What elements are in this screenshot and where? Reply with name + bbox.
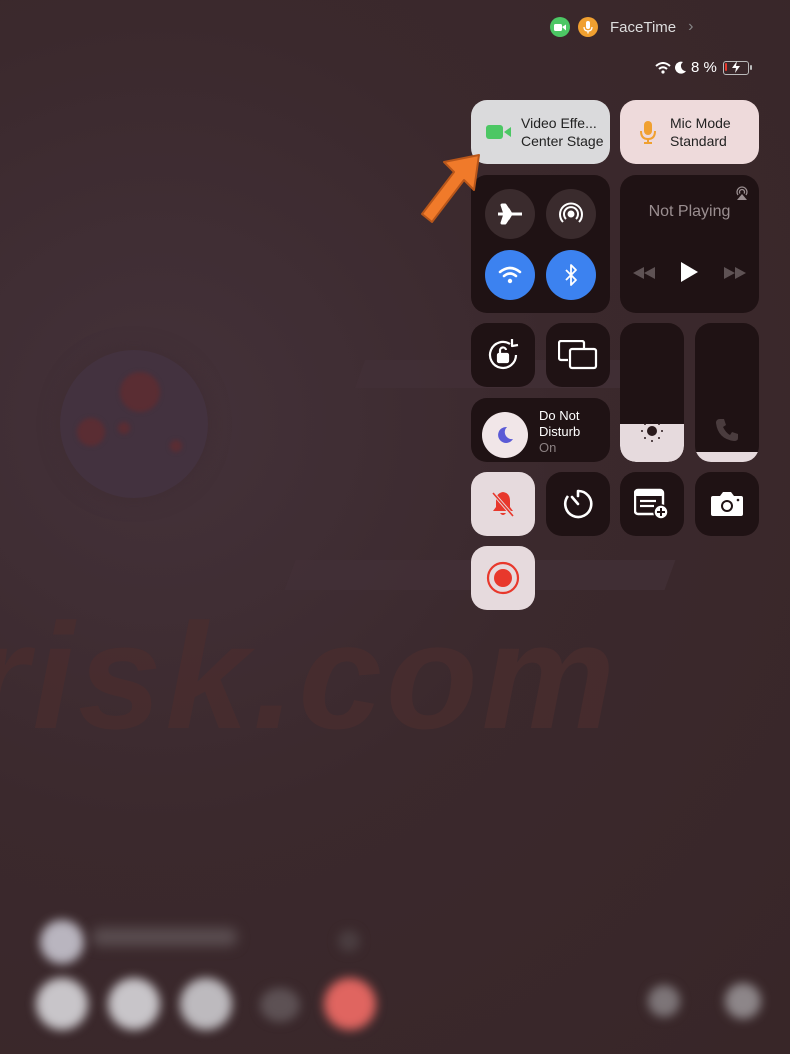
rotation-lock-icon <box>488 339 519 370</box>
moon-icon <box>675 61 686 74</box>
background-blob <box>77 418 105 446</box>
camera-button[interactable] <box>695 472 759 536</box>
airdrop-toggle[interactable] <box>546 189 596 239</box>
airplane-icon <box>498 203 522 225</box>
brightness-slider[interactable] <box>620 323 684 462</box>
blurred-button <box>108 978 160 1030</box>
blurred-button <box>180 978 232 1030</box>
battery-percentage: 8 % <box>691 59 717 76</box>
camera-icon <box>711 492 743 516</box>
orientation-lock-button[interactable] <box>471 323 535 387</box>
watermark-text: risk.com <box>0 592 619 760</box>
background-blob <box>118 422 130 434</box>
facetime-status-indicator[interactable]: FaceTime › <box>550 17 693 37</box>
bell-slash-icon <box>491 491 515 518</box>
microphone-icon <box>583 20 593 33</box>
now-playing-module[interactable]: Not Playing <box>620 175 759 313</box>
timer-icon <box>563 489 593 519</box>
status-bar-right: 8 % <box>655 59 752 76</box>
brightness-sun-icon <box>641 420 663 442</box>
silent-mode-button[interactable] <box>471 472 535 536</box>
dnd-toggle[interactable] <box>482 412 528 458</box>
wifi-toggle[interactable] <box>485 250 535 300</box>
dnd-label-line1: Do Not <box>539 408 580 423</box>
video-camera-icon <box>554 23 566 31</box>
video-camera-icon <box>477 124 521 140</box>
volume-slider[interactable] <box>695 323 759 462</box>
airdrop-icon <box>559 202 583 223</box>
background-blob <box>120 372 160 412</box>
video-effects-title: Video Effe... <box>521 115 597 131</box>
microphone-icon <box>626 120 670 144</box>
connectivity-module <box>471 175 610 313</box>
blurred-control <box>338 930 360 952</box>
facetime-label: FaceTime <box>610 18 677 36</box>
chevron-right-icon: › <box>688 18 694 35</box>
blurred-button <box>725 983 761 1019</box>
wifi-icon <box>498 266 522 284</box>
fast-forward-icon[interactable] <box>724 266 747 284</box>
quick-note-button[interactable] <box>620 472 684 536</box>
mic-mode-title: Mic Mode <box>670 115 731 131</box>
blurred-button <box>260 988 300 1022</box>
rewind-icon[interactable] <box>632 266 655 284</box>
screen-recording-button[interactable] <box>471 546 535 610</box>
mic-mode-subtitle: Standard <box>670 133 727 149</box>
bluetooth-icon <box>565 264 577 286</box>
mic-indicator <box>578 17 598 37</box>
quick-note-icon <box>634 488 669 520</box>
now-playing-title: Not Playing <box>648 203 731 220</box>
blurred-caller-name <box>92 928 237 946</box>
airplane-mode-toggle[interactable] <box>485 189 535 239</box>
moon-icon <box>498 426 513 443</box>
timer-button[interactable] <box>546 472 610 536</box>
wifi-icon <box>655 61 671 74</box>
phone-icon <box>716 419 738 441</box>
mic-mode-tile[interactable]: Mic Mode Standard <box>620 100 759 164</box>
screen-mirroring-button[interactable] <box>546 323 610 387</box>
dnd-state: On <box>539 440 557 455</box>
blurred-avatar <box>40 920 84 964</box>
play-icon[interactable] <box>680 262 699 287</box>
video-effects-tile[interactable]: Video Effe... Center Stage <box>471 100 610 164</box>
airplay-audio-icon[interactable] <box>734 184 750 205</box>
blurred-end-call-button <box>324 978 376 1030</box>
do-not-disturb-tile[interactable]: Do Not Disturb On <box>471 398 610 462</box>
record-icon <box>486 561 520 595</box>
background-blob <box>170 440 182 452</box>
video-effects-subtitle: Center Stage <box>521 133 604 149</box>
bluetooth-toggle[interactable] <box>546 250 596 300</box>
dnd-label-line2: Disturb <box>539 424 581 439</box>
camera-indicator <box>550 17 570 37</box>
screen-mirroring-icon <box>558 340 598 370</box>
battery-charging-icon <box>722 60 752 75</box>
annotation-arrow <box>421 154 480 223</box>
blurred-button <box>36 978 88 1030</box>
blurred-button <box>648 985 680 1017</box>
volume-level-fill <box>695 452 759 462</box>
